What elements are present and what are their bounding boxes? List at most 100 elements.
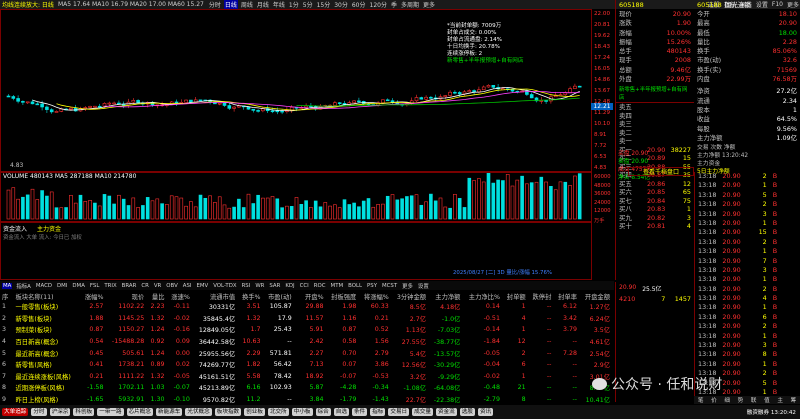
period-tab[interactable]: 多周期	[400, 0, 420, 9]
indicator-tab[interactable]: 设置	[417, 282, 430, 290]
indicator-tab[interactable]: RSI	[241, 283, 252, 289]
table-header[interactable]: 涨幅%	[80, 291, 105, 301]
status-tab[interactable]: 创业板	[244, 408, 265, 416]
status-tab[interactable]: 选股	[459, 408, 475, 416]
table-header[interactable]: 3分钟金额	[391, 291, 428, 301]
period-tab[interactable]: 更多	[422, 0, 436, 9]
period-tab[interactable]: 120分	[369, 0, 388, 9]
status-tab[interactable]: 自选	[333, 408, 349, 416]
indicator-tab[interactable]: BRAR	[121, 283, 138, 289]
tick-tab[interactable]: 值	[763, 396, 771, 404]
table-row[interactable]: 2 新零售(板块) 1.88 1145.25 1.32 -0.02 35845.4亿 1.32…	[0, 313, 612, 325]
period-tab[interactable]: 季	[390, 0, 398, 9]
table-header[interactable]: 封板强度	[326, 291, 359, 301]
status-tab[interactable]: 科创板	[73, 408, 95, 416]
tick-tab[interactable]: 筹	[790, 396, 798, 404]
period-tab[interactable]: 日线	[223, 0, 238, 9]
tick-tab[interactable]: 笔	[697, 396, 705, 404]
indicator-tab[interactable]: ASI	[182, 283, 193, 289]
indicator-tab[interactable]: KDJ	[284, 283, 295, 289]
table-header[interactable]: 板块名称(11)	[13, 291, 80, 301]
status-tab[interactable]: 中小板	[291, 408, 313, 416]
depth-button[interactable]: 查看千档盘口	[628, 167, 694, 176]
table-header[interactable]: 量比	[146, 291, 166, 301]
indicator-tab[interactable]: FSL	[89, 283, 100, 289]
status-tab[interactable]: 光伏概念	[185, 408, 212, 416]
table-header[interactable]: 现价	[105, 291, 146, 301]
period-tab[interactable]: 年线	[272, 0, 286, 9]
indicator-tab[interactable]: OBV	[165, 283, 178, 289]
table-row[interactable]: 1 一般零售(板块) 2.57 1102.22 2.23 -0.11 30331亿 3.51 1…	[0, 301, 612, 313]
status-tab[interactable]: 板块指数	[214, 408, 242, 416]
table-row[interactable]: 8 近期涨停板(风格) -1.58 1702.11 1.03 -0.07 45213.89亿…	[0, 382, 612, 394]
indicator-tab[interactable]: VR	[153, 283, 162, 289]
indicator-tab[interactable]: TRIX	[103, 283, 117, 289]
table-header[interactable]: 流通市值	[192, 291, 237, 301]
status-tab[interactable]: 一带一路	[97, 408, 124, 416]
table-row[interactable]: 4 百日新高(概念) 0.54 -15488.28 0.92 0.09 36442.58亿 1…	[0, 336, 612, 348]
period-tab[interactable]: 5分	[302, 0, 314, 9]
status-tab[interactable]: 资讯	[477, 408, 494, 416]
table-row[interactable]: 9 昨日上榜(风格) -1.65 5932.91 1.30 -0.10 9570.82亿 11…	[0, 394, 612, 403]
tick-tab[interactable]: 价	[710, 396, 718, 404]
indicator-tab[interactable]: CR	[140, 283, 150, 289]
indicator-tab[interactable]: EMV	[195, 283, 209, 289]
table-row[interactable]: 3 预制菜(板块) 0.87 1150.27 1.24 -0.16 12849.05亿 1.7…	[0, 324, 612, 336]
table-header[interactable]: 主力净比%	[462, 291, 502, 301]
indicator-tab[interactable]: BOLL	[347, 283, 363, 289]
indicator-tab[interactable]: MACD	[35, 283, 53, 289]
status-tab[interactable]: 资金流	[435, 408, 457, 416]
status-tab[interactable]: 北交所	[267, 408, 289, 416]
table-header[interactable]: 市盈(动)	[263, 291, 294, 301]
table-header[interactable]: 开盘%	[294, 291, 326, 301]
status-tab[interactable]: 条件	[351, 408, 368, 416]
status-tab[interactable]: 指标	[370, 408, 386, 416]
table-row[interactable]: 5 最近新高(概念) 0.45 505.61 1.24 0.00 25955.56亿 2.29…	[0, 347, 612, 359]
status-tab[interactable]: 分时	[31, 408, 47, 416]
indicator-tab[interactable]: 指标A	[15, 282, 31, 290]
indicator-tab[interactable]: DMA	[71, 283, 86, 289]
indicator-tab[interactable]: CCI	[299, 283, 310, 289]
table-header[interactable]: 换手%	[237, 291, 262, 301]
kline-chart[interactable]: *当前封单额: 7009万 封单占成交: 0.00% 封单占流通盘: 2.14% 十日…	[0, 9, 592, 172]
indicator-tab[interactable]: 更多	[401, 282, 414, 290]
table-header[interactable]: 主力净额	[428, 291, 462, 301]
period-tab[interactable]: 月线	[256, 0, 270, 9]
indicator-tab[interactable]: MTM	[330, 283, 345, 289]
indicator-tab[interactable]: VOL-TDX	[212, 283, 237, 289]
table-row[interactable]: 7 最近连续涨板(风格) 0.21 1111.22 1.32 -0.05 45161.51亿…	[0, 371, 612, 383]
volume-chart[interactable]: VOLUME 480143 MA5 287188 MA10 214780	[0, 172, 592, 222]
status-tab[interactable]: 芯片概念	[126, 408, 153, 416]
indicator-tab[interactable]: PSY	[366, 283, 378, 289]
status-tab[interactable]: 成交量	[412, 408, 433, 416]
status-tab[interactable]: 综合	[315, 408, 331, 416]
table-header[interactable]: 封单率	[553, 291, 579, 301]
table-header[interactable]: 涨速%	[167, 291, 192, 301]
period-tab[interactable]: 周线	[240, 0, 254, 9]
status-tab[interactable]: 大单追踪	[2, 408, 29, 416]
tick-tab[interactable]: 细	[723, 396, 731, 404]
period-tab[interactable]: 30分	[333, 0, 349, 9]
status-tab[interactable]: 新能源车	[155, 408, 183, 416]
table-header[interactable]: 将涨幅%	[358, 291, 390, 301]
table-row[interactable]: 6 新零售(风格) 0.41 1738.21 0.89 0.02 74269.77亿 1.82…	[0, 359, 612, 371]
indicator-tab[interactable]: MCST	[381, 283, 398, 289]
tick-tab[interactable]: 势	[737, 396, 745, 404]
table-header[interactable]: 跌停封	[528, 291, 554, 301]
table-header[interactable]: 序	[0, 291, 13, 301]
status-tab[interactable]: 交易日	[388, 408, 410, 416]
indicator-tab[interactable]: WR	[254, 283, 265, 289]
sub-indicator-pane[interactable]: 资金流入 主力资金 资金流入 大单 流入: 今日已 加权 2025/08/27 …	[0, 222, 592, 280]
period-tab[interactable]: 60分	[351, 0, 367, 9]
period-tab[interactable]: 15分	[316, 0, 332, 9]
indicator-tab[interactable]: ROC	[313, 283, 327, 289]
indicator-tab[interactable]: MA	[2, 282, 13, 289]
period-tab[interactable]: 分时	[208, 0, 222, 9]
indicator-tab[interactable]: DMI	[56, 283, 68, 289]
tick-tab[interactable]: 主	[776, 396, 784, 404]
tick-tab[interactable]: 联	[750, 396, 758, 404]
table-header[interactable]: 封单额	[502, 291, 528, 301]
status-tab[interactable]: 沪深京	[49, 408, 71, 416]
table-header[interactable]: 开盘金额	[579, 291, 612, 301]
indicator-tab[interactable]: SAR	[268, 283, 281, 289]
